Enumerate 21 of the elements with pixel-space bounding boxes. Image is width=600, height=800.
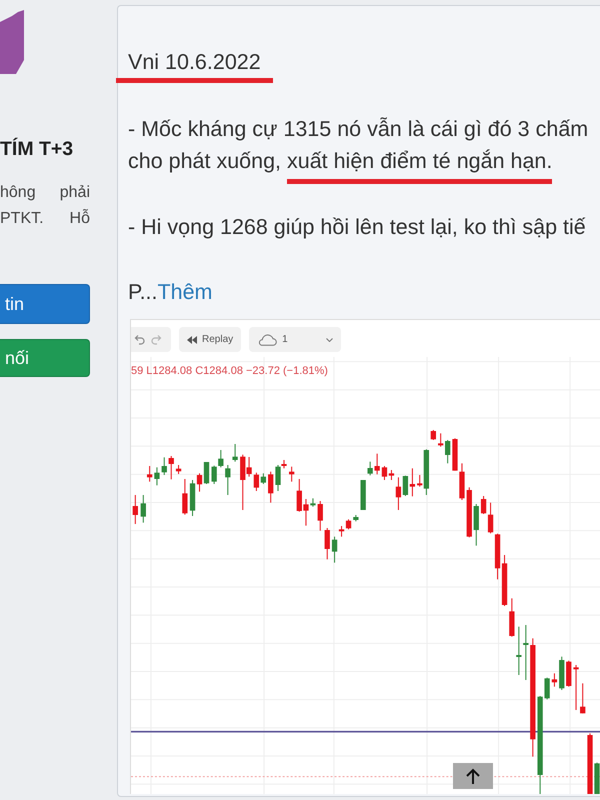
sidebar-button[interactable]: nối bbox=[0, 339, 90, 377]
rewind-icon bbox=[187, 336, 197, 344]
layout-dropdown[interactable]: 1 bbox=[249, 327, 342, 352]
sidebar-button[interactable]: tin bbox=[0, 284, 90, 324]
undo-button[interactable] bbox=[133, 334, 145, 345]
undo-icon bbox=[133, 334, 145, 345]
post-paragraph: - Hi vọng 1268 giúp hồi lên test lại, ko thì sập tiế bbox=[128, 214, 587, 241]
caret-icon bbox=[326, 338, 334, 342]
truncated-text: P... bbox=[128, 279, 158, 306]
redo-icon bbox=[151, 334, 163, 345]
cloud-icon bbox=[257, 333, 278, 346]
up-arrow-icon bbox=[466, 768, 480, 784]
area-chart-logo bbox=[0, 8, 24, 74]
see-more-link[interactable]: Thêm bbox=[158, 276, 212, 308]
sidebar-title: TÍM T+3 bbox=[0, 137, 74, 161]
sidebar-description: hông phải PTKT. Hỗ bbox=[0, 183, 90, 229]
post-paragraph: - Mốc kháng cự 1315 nó vẫn là cái gì đó 3 chấm cho phát xuống, xuất hiện điểm té ngắn hạn. bbox=[128, 113, 600, 185]
replay-button[interactable]: Replay bbox=[179, 327, 242, 352]
price-legend: 59 L1284.08 C1284.08 −23.72 (−1.81%) bbox=[131, 365, 328, 378]
scroll-to-top-button[interactable] bbox=[453, 763, 493, 789]
redo-button[interactable] bbox=[151, 334, 163, 345]
